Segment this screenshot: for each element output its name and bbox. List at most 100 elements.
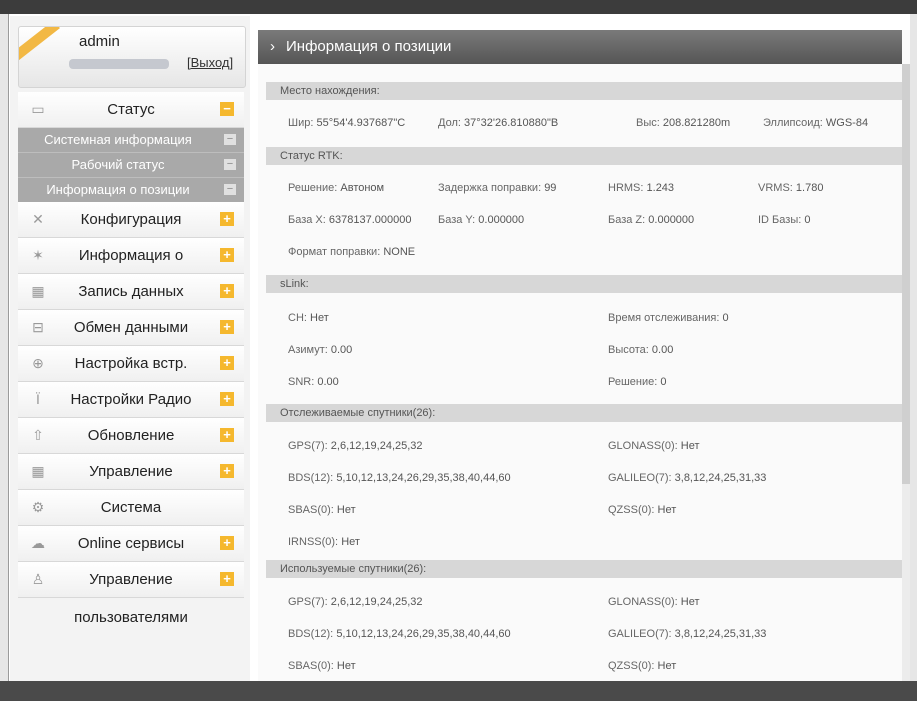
field-height: Высота: 0.00	[608, 344, 673, 356]
nav-item-builtin-settings[interactable]: ⊕ Настройка встр. +	[18, 346, 244, 382]
nav-item-label: Конфигурация	[80, 211, 182, 228]
nav-item-update[interactable]: ⇧ Обновление +	[18, 418, 244, 454]
field-vrms: VRMS: 1.780	[758, 182, 823, 194]
field-tracked-bds: BDS(12): 5,10,12,13,24,26,29,35,38,40,44…	[288, 472, 511, 484]
expand-icon[interactable]: +	[220, 248, 234, 262]
field-value: 2,6,12,19,24,25,32	[330, 596, 423, 608]
field-tracked-qzss: QZSS(0): Нет	[608, 504, 676, 516]
nav-item-management[interactable]: ▦ Управление +	[18, 454, 244, 490]
expand-icon[interactable]: +	[220, 320, 234, 334]
field-ellipsoid: Эллипсоид: WGS-84	[763, 117, 868, 129]
nav-item-satellite-info[interactable]: ✶ Информация о +	[18, 238, 244, 274]
expand-icon[interactable]: +	[220, 464, 234, 478]
field-tracking-time: Время отслеживания: 0	[608, 312, 729, 324]
section-header-rtk: Статус RTK:	[266, 147, 902, 165]
field-value: 2,6,12,19,24,25,32	[330, 440, 423, 452]
expand-icon[interactable]: +	[220, 536, 234, 550]
field-key: HRMS:	[608, 182, 644, 194]
field-key: BDS(12):	[288, 472, 334, 484]
field-used-glonass: GLONASS(0): Нет	[608, 596, 699, 608]
expand-icon[interactable]: +	[220, 356, 234, 370]
expand-icon[interactable]: +	[220, 212, 234, 226]
field-base-x: База X: 6378137.000000	[288, 214, 411, 226]
field-key: GALILEO(7):	[608, 628, 672, 640]
expand-icon[interactable]: +	[220, 392, 234, 406]
minus-icon: −	[224, 184, 236, 195]
antenna-icon: Ї	[36, 391, 40, 407]
nav-menu: monitor-icon ▭ Статус − Системная информ…	[18, 92, 244, 638]
expand-icon[interactable]: +	[220, 428, 234, 442]
nav-item-label: Информация о	[78, 247, 184, 264]
nav-item-data-recording[interactable]: ▦ Запись данных +	[18, 274, 244, 310]
nav-item-system[interactable]: ⚙ Система	[18, 490, 244, 526]
field-value: Нет	[336, 504, 356, 516]
field-key: Время отслеживания:	[608, 312, 720, 324]
calendar-icon: ▦	[31, 463, 45, 479]
page-title-bar: › Информация о позиции	[258, 30, 902, 64]
sidebar: admin [Выход] monitor-icon ▭ Статус − Си…	[10, 16, 250, 681]
expand-icon[interactable]: +	[220, 572, 234, 586]
scrollbar[interactable]	[902, 64, 910, 681]
section-title: sLink:	[280, 278, 309, 290]
field-used-sbas: SBAS(0): Нет	[288, 660, 356, 672]
nav-item-label: Настройка встр.	[74, 355, 188, 372]
nav-item-data-exchange[interactable]: ⊟ Обмен данными +	[18, 310, 244, 346]
field-key: Решение:	[288, 182, 338, 194]
monitor-icon-glyph: ▭	[31, 101, 45, 117]
expand-icon[interactable]: +	[220, 284, 234, 298]
sub-item-work-status[interactable]: Рабочий статус −	[18, 152, 244, 177]
field-tracked-galileo: GALILEO(7): 3,8,12,24,25,31,33	[608, 472, 766, 484]
field-key: Высота:	[608, 344, 649, 356]
nav-item-label: Обновление	[87, 427, 175, 444]
logout-link[interactable]: [Выход]	[187, 55, 233, 70]
field-key: BDS(12):	[288, 628, 334, 640]
field-key: База X:	[288, 214, 326, 226]
page-title: Информация о позиции	[286, 38, 452, 55]
nav-item-status[interactable]: monitor-icon ▭ Статус −	[18, 92, 244, 128]
field-key: QZSS(0):	[608, 660, 655, 672]
minus-icon: −	[224, 159, 236, 170]
field-used-gps: GPS(7): 2,6,12,19,24,25,32	[288, 596, 423, 608]
nav-item-label: Настройки Радио	[70, 391, 192, 408]
nav-item-radio-settings[interactable]: Ї Настройки Радио +	[18, 382, 244, 418]
field-value: 208.821280m	[662, 117, 731, 129]
users-icon: ♙	[31, 571, 45, 587]
field-value: 0	[722, 312, 729, 324]
cloud-icon: ☁	[31, 535, 45, 551]
section-header-tracked-satellites: Отслеживаемые спутники(26):	[266, 404, 902, 422]
nav-item-label: Online сервисы	[77, 535, 185, 552]
field-value: Нет	[310, 312, 329, 324]
field-key: GPS(7):	[288, 596, 328, 608]
field-tracked-gps: GPS(7): 2,6,12,19,24,25,32	[288, 440, 423, 452]
field-key: GLONASS(0):	[608, 440, 678, 452]
window-top-bar	[0, 0, 917, 14]
nav-item-configuration[interactable]: ✕ Конфигурация +	[18, 202, 244, 238]
nav-item-user-management[interactable]: ♙ Управление +	[18, 562, 244, 598]
sub-item-system-info[interactable]: Системная информация −	[18, 128, 244, 152]
nav-item-label: Система	[100, 499, 162, 516]
section-header-used-satellites: Используемые спутники(26):	[266, 560, 902, 578]
field-latitude: Шир: 55°54'4.937687"С	[288, 117, 405, 129]
field-key: SNR:	[288, 376, 315, 388]
network-icon: ⊟	[32, 319, 44, 335]
field-used-qzss: QZSS(0): Нет	[608, 660, 676, 672]
window-bottom-bar	[0, 681, 917, 701]
field-correction-format: Формат поправки: NONE	[288, 246, 415, 258]
field-slink-solution: Решение: 0	[608, 376, 667, 388]
scrollbar-thumb[interactable]	[902, 64, 910, 484]
field-value: Нет	[680, 596, 700, 608]
settings-icon: ⊕	[32, 355, 44, 371]
sub-item-label: Системная информация	[44, 132, 192, 147]
field-used-bds: BDS(12): 5,10,12,13,24,26,29,35,38,40,44…	[288, 628, 511, 640]
section-title: Используемые спутники(26):	[280, 563, 427, 575]
sub-item-position-info[interactable]: Информация о позиции −	[18, 177, 244, 202]
nav-item-label: Статус	[107, 101, 155, 118]
nav-item-user-management-tail: пользователями	[74, 609, 188, 626]
sub-item-label: Рабочий статус	[71, 157, 165, 172]
username: admin	[79, 33, 120, 50]
field-key: Выс:	[636, 117, 660, 129]
field-value: 37°32'26.810880"В	[464, 117, 559, 129]
collapse-icon[interactable]: −	[220, 102, 234, 116]
nav-item-online-services[interactable]: ☁ Online сервисы +	[18, 526, 244, 562]
field-value: NONE	[383, 246, 416, 258]
